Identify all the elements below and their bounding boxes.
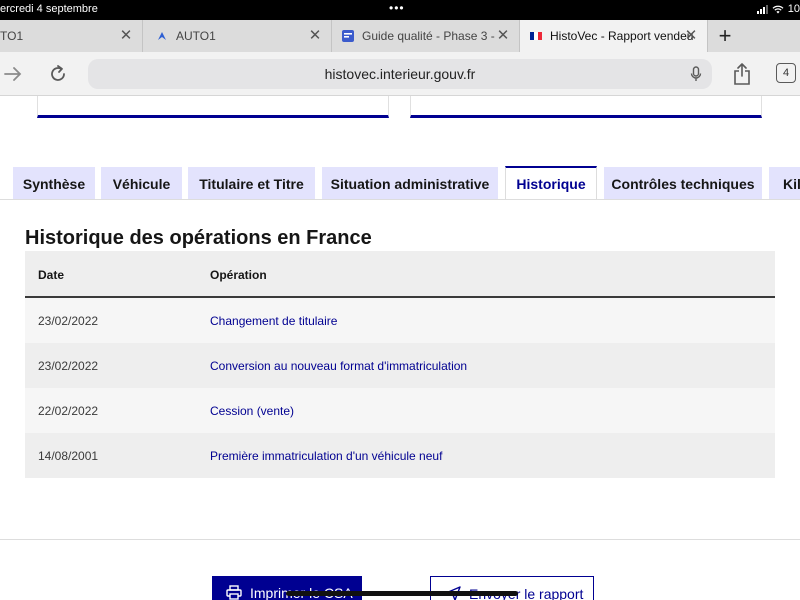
row-operation-link[interactable]: Première immatriculation d'un véhicule n… [210, 449, 442, 463]
home-indicator[interactable] [286, 591, 518, 596]
report-tabs: Synthèse Véhicule Titulaire et Titre Sit… [0, 166, 800, 200]
row-date: 22/02/2022 [38, 404, 99, 418]
print-csa-button[interactable]: Imprimer le CSA [212, 576, 362, 600]
new-tab-button[interactable]: + [712, 20, 738, 52]
row-date: 14/08/2001 [38, 449, 99, 463]
browser-tab-3[interactable]: Guide qualité - Phase 3 - ✕ [332, 20, 520, 52]
table-row: 22/02/2022 Cession (vente) [25, 388, 775, 433]
row-operation-link[interactable]: Cession (vente) [210, 404, 294, 418]
browser-tab-1[interactable]: TO1 ✕ [0, 20, 143, 52]
row-operation-link[interactable]: Conversion au nouveau format d'immatricu… [210, 359, 467, 373]
close-icon[interactable]: ✕ [118, 27, 134, 44]
row-date: 23/02/2022 [38, 314, 99, 328]
browser-tab-2[interactable]: AUTO1 ✕ [143, 20, 332, 52]
row-date: 23/02/2022 [38, 359, 99, 373]
cellular-signal-icon [756, 4, 768, 14]
url-text: histovec.interieur.gouv.fr [324, 66, 476, 82]
forward-arrow-icon[interactable] [2, 63, 24, 85]
page-content: Synthèse Véhicule Titulaire et Titre Sit… [0, 96, 800, 600]
close-icon[interactable]: ✕ [683, 27, 699, 44]
send-report-button[interactable]: Envoyer le rapport [430, 576, 594, 600]
column-header-date: Date [38, 268, 65, 282]
close-icon[interactable]: ✕ [495, 27, 511, 44]
table-row: 14/08/2001 Première immatriculation d'un… [25, 433, 775, 478]
browser-tab-4[interactable]: HistoVec - Rapport vendeu ✕ [520, 20, 708, 52]
address-bar[interactable]: histovec.interieur.gouv.fr [88, 59, 712, 89]
row-operation-link[interactable]: Changement de titulaire [210, 314, 337, 328]
browser-toolbar: histovec.interieur.gouv.fr 4 [0, 52, 800, 96]
info-card-right [410, 96, 762, 118]
column-header-operation: Opération [210, 268, 267, 282]
printer-icon [226, 585, 242, 600]
info-card-left [37, 96, 389, 118]
browser-tab-bar: TO1 ✕ AUTO1 ✕ Guide qualité - Phase 3 - … [0, 20, 800, 52]
table-row: 23/02/2022 Conversion au nouveau format … [25, 343, 775, 388]
document-icon [341, 29, 355, 43]
wifi-icon [772, 5, 784, 13]
history-title: Historique des opérations en France [25, 227, 372, 249]
tab-historique[interactable]: Historique [505, 166, 597, 200]
tab-count-button[interactable]: 4 [776, 63, 796, 83]
tab-synthese[interactable]: Synthèse [13, 167, 95, 200]
multitasking-dots[interactable]: ••• [389, 1, 405, 15]
status-date: ercredi 4 septembre [0, 3, 98, 15]
french-flag-icon [529, 29, 543, 43]
tab-vehicule[interactable]: Véhicule [101, 167, 182, 200]
clock-text: 10 [787, 3, 800, 15]
table-row: 23/02/2022 Changement de titulaire [25, 298, 775, 343]
status-indicators: 10 [756, 3, 800, 15]
table-header: Date Opération [25, 251, 775, 298]
tab-kilometrage[interactable]: Kilo [769, 167, 800, 200]
close-icon[interactable]: ✕ [307, 27, 323, 44]
tab-controles-techniques[interactable]: Contrôles techniques [604, 167, 762, 200]
share-icon[interactable] [730, 61, 754, 87]
history-table: Date Opération 23/02/2022 Changement de … [25, 251, 775, 478]
tab-situation-administrative[interactable]: Situation administrative [322, 167, 498, 200]
reload-icon[interactable] [46, 62, 70, 86]
tab-titulaire[interactable]: Titulaire et Titre [188, 167, 315, 200]
status-bar: ercredi 4 septembre ••• 10 [0, 0, 800, 20]
auto1-logo-icon [155, 29, 169, 43]
microphone-icon[interactable] [690, 66, 702, 85]
